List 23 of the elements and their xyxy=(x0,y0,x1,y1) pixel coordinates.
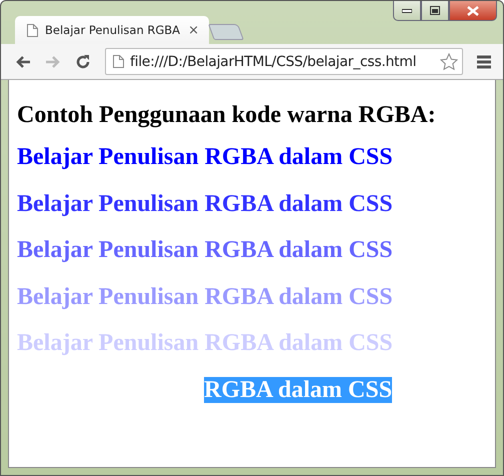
tab-title: Belajar Penulisan RGBA xyxy=(45,23,182,37)
colored-text: Belajar Penulisan RGBA dalam CSS xyxy=(17,237,393,263)
maximize-icon xyxy=(430,6,440,15)
back-icon[interactable] xyxy=(15,54,31,68)
colored-text: Belajar Penulisan RGBA dalam CSS xyxy=(17,190,393,216)
colored-text: Belajar Penulisan RGBA dalam CSS xyxy=(17,284,393,310)
minimize-icon xyxy=(402,8,412,12)
page-heading: Contoh Penggunaan kode warna RGBA: xyxy=(17,101,437,130)
new-tab-button[interactable] xyxy=(208,24,244,40)
colored-text: Belajar Penulisan RGBA dalam CSS xyxy=(17,144,393,170)
close-tab-button[interactable]: × xyxy=(188,22,199,38)
star-icon[interactable] xyxy=(440,52,458,70)
close-icon xyxy=(467,6,479,16)
close-button[interactable] xyxy=(449,1,497,21)
highlighted-text: RGBA dalam CSS xyxy=(204,376,392,402)
minimize-button[interactable] xyxy=(393,1,421,21)
menu-icon[interactable] xyxy=(477,54,491,68)
maximize-button[interactable] xyxy=(421,1,449,21)
address-bar[interactable]: file:///D:/BelajarHTML/CSS/belajar_css.html xyxy=(105,48,463,75)
reload-icon[interactable] xyxy=(75,54,91,70)
page-icon xyxy=(27,24,38,36)
browser-tab[interactable]: Belajar Penulisan RGBA × xyxy=(15,16,209,44)
page-icon xyxy=(113,55,124,68)
